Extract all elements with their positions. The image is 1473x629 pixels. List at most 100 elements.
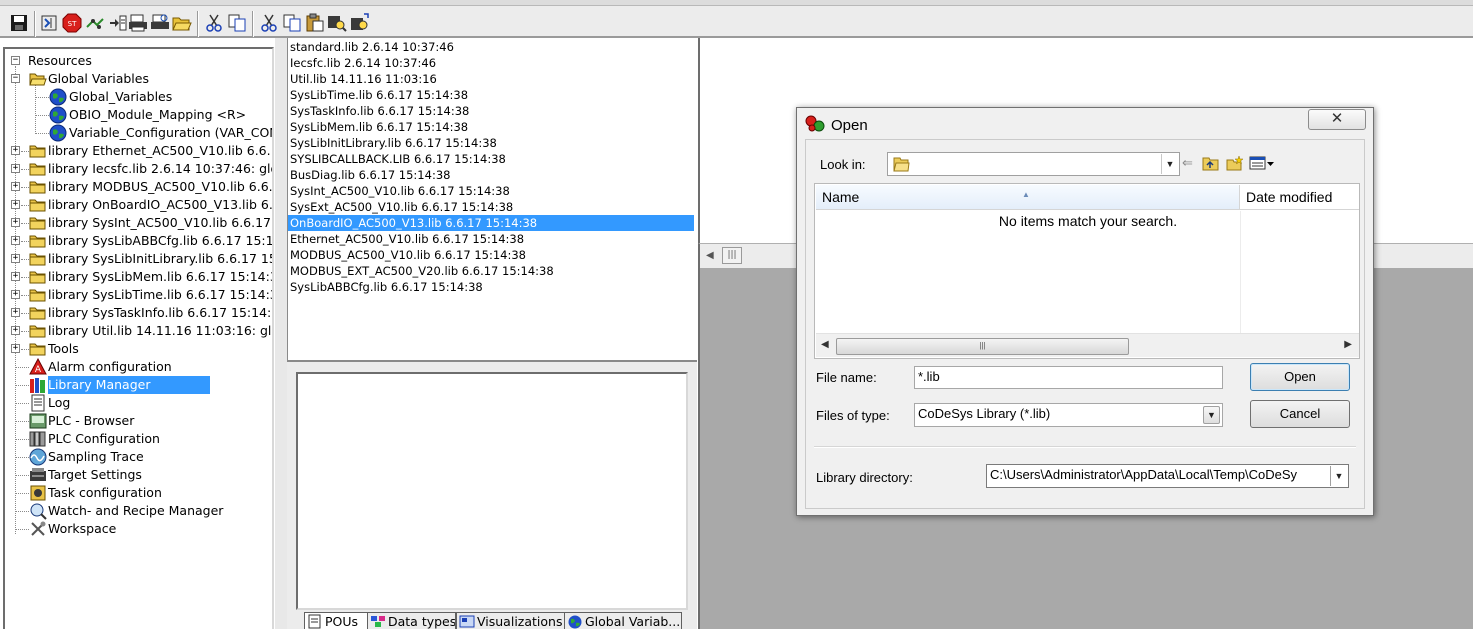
tab-data-types[interactable]: Data types bbox=[367, 612, 456, 629]
scroll-right-icon[interactable]: ▶ bbox=[1344, 339, 1352, 350]
column-header-name[interactable]: ▲ Name bbox=[816, 185, 1240, 210]
collapse-icon[interactable]: − bbox=[11, 74, 20, 83]
expand-icon[interactable]: + bbox=[11, 200, 20, 209]
replace-icon[interactable] bbox=[349, 12, 371, 34]
expand-icon[interactable]: + bbox=[11, 326, 20, 335]
dialog-titlebar[interactable]: Open ✕ bbox=[797, 108, 1373, 138]
scroll-thumb[interactable]: ||| bbox=[836, 338, 1129, 355]
open-project-icon[interactable] bbox=[171, 12, 193, 34]
expand-icon[interactable]: + bbox=[11, 290, 20, 299]
back-arrow-icon[interactable]: ⇐ bbox=[1182, 155, 1193, 171]
find-icon[interactable] bbox=[326, 12, 348, 34]
library-list-item[interactable]: Ethernet_AC500_V10.lib 6.6.17 15:14:38 bbox=[288, 231, 694, 247]
cancel-button[interactable]: Cancel bbox=[1250, 400, 1350, 428]
folder-icon bbox=[29, 304, 47, 322]
up-folder-icon[interactable] bbox=[1202, 155, 1220, 171]
stop-icon[interactable]: ST bbox=[61, 12, 83, 34]
expand-icon[interactable]: + bbox=[11, 236, 20, 245]
library-list-item[interactable]: MODBUS_EXT_AC500_V20.lib 6.6.17 15:14:38 bbox=[288, 263, 694, 279]
dialog-body: Look in: ▼ ⇐ ▲ Name Date modified No ite… bbox=[805, 139, 1365, 509]
workspace-icon bbox=[29, 520, 47, 538]
paste-icon[interactable] bbox=[304, 12, 326, 34]
expand-icon[interactable]: + bbox=[11, 164, 20, 173]
library-directory-select[interactable]: C:\Users\Administrator\AppData\Local\Tem… bbox=[986, 464, 1349, 488]
library-list[interactable]: standard.lib 2.6.14 10:37:46 Iecsfc.lib 2… bbox=[287, 38, 695, 360]
object-tabs: POUs Data types Visualizations Global Va… bbox=[296, 612, 688, 629]
library-list-item[interactable]: MODBUS_AC500_V10.lib 6.6.17 15:14:38 bbox=[288, 247, 694, 263]
chevron-down-icon[interactable]: ▼ bbox=[1330, 466, 1347, 486]
files-of-type-select[interactable]: CoDeSys Library (*.lib) ▼ bbox=[914, 403, 1223, 427]
chevron-down-icon[interactable]: ▼ bbox=[1161, 154, 1178, 174]
file-name-value: *.lib bbox=[918, 369, 940, 384]
tree-label: library Util.lib 14.11.16 11:03:16: glob… bbox=[48, 323, 274, 338]
look-in-combobox[interactable]: ▼ bbox=[887, 152, 1180, 176]
folder-icon bbox=[29, 160, 47, 178]
print-preview-icon[interactable] bbox=[149, 12, 171, 34]
library-list-item[interactable]: Util.lib 14.11.16 11:03:16 bbox=[288, 71, 694, 87]
scroll-thumb[interactable]: ||| bbox=[722, 247, 742, 264]
new-folder-icon[interactable] bbox=[1226, 155, 1244, 171]
library-list-item[interactable]: OnBoardIO_AC500_V13.lib 6.6.17 15:14:38 bbox=[288, 215, 694, 231]
tree-label: Task configuration bbox=[48, 485, 162, 500]
login-icon[interactable] bbox=[38, 12, 60, 34]
library-detail-panel bbox=[296, 372, 688, 610]
tree-label: OBIO_Module_Mapping <R> bbox=[69, 107, 247, 122]
folder-icon bbox=[29, 232, 47, 250]
library-list-item[interactable]: SysLibTime.lib 6.6.17 15:14:38 bbox=[288, 87, 694, 103]
resources-tree[interactable]: − Resources − Global Variables Global_Va… bbox=[3, 47, 274, 629]
globe-icon bbox=[49, 106, 67, 124]
copy2-icon[interactable] bbox=[281, 12, 303, 34]
step-icon[interactable] bbox=[107, 12, 129, 34]
expand-icon[interactable]: + bbox=[11, 308, 20, 317]
folder-icon bbox=[892, 156, 910, 172]
cut-icon[interactable] bbox=[203, 12, 225, 34]
tree-label: library OnBoardIO_AC500_V13.lib 6.6. bbox=[48, 197, 274, 212]
save-icon[interactable] bbox=[8, 12, 30, 34]
library-list-item[interactable]: SysLibInitLibrary.lib 6.6.17 15:14:38 bbox=[288, 135, 694, 151]
expand-icon[interactable]: + bbox=[11, 218, 20, 227]
svg-text:ST: ST bbox=[68, 20, 77, 28]
library-list-item[interactable]: Iecsfc.lib 2.6.14 10:37:46 bbox=[288, 55, 694, 71]
tree-label: Library Manager bbox=[48, 376, 211, 394]
open-button[interactable]: Open bbox=[1250, 363, 1350, 391]
file-name-input[interactable]: *.lib bbox=[914, 366, 1223, 389]
tree-label: Global_Variables bbox=[69, 89, 173, 104]
library-list-item[interactable]: SysLibABBCfg.lib 6.6.17 15:14:38 bbox=[288, 279, 694, 295]
scroll-left-icon[interactable]: ◀ bbox=[821, 339, 829, 350]
view-menu-icon[interactable] bbox=[1249, 155, 1275, 171]
dialog-title: Open bbox=[831, 117, 868, 134]
close-button[interactable]: ✕ bbox=[1308, 109, 1366, 130]
tab-global-variables[interactable]: Global Variab... bbox=[564, 612, 682, 629]
scroll-left-icon[interactable]: ◀ bbox=[706, 250, 714, 261]
column-header-date-modified[interactable]: Date modified bbox=[1240, 185, 1359, 210]
tab-label: Data types bbox=[388, 614, 456, 629]
library-list-item[interactable]: SysInt_AC500_V10.lib 6.6.17 15:14:38 bbox=[288, 183, 694, 199]
expand-icon[interactable]: + bbox=[11, 182, 20, 191]
tree-connector bbox=[15, 493, 29, 494]
chevron-down-icon[interactable]: ▼ bbox=[1203, 406, 1220, 424]
expand-icon[interactable]: + bbox=[11, 146, 20, 155]
folder-icon bbox=[29, 268, 47, 286]
copy-icon[interactable] bbox=[226, 12, 248, 34]
expand-icon[interactable]: + bbox=[11, 254, 20, 263]
look-in-label: Look in: bbox=[820, 157, 866, 172]
cut2-icon[interactable] bbox=[258, 12, 280, 34]
print-icon[interactable] bbox=[127, 12, 149, 34]
splitter-left[interactable] bbox=[275, 38, 287, 629]
library-list-item[interactable]: SYSLIBCALLBACK.LIB 6.6.17 15:14:38 bbox=[288, 151, 694, 167]
target-settings-icon bbox=[29, 466, 47, 484]
file-list-view[interactable]: ▲ Name Date modified No items match your… bbox=[814, 183, 1360, 359]
expand-icon[interactable]: + bbox=[11, 344, 20, 353]
open-dialog: Open ✕ Look in: ▼ ⇐ ▲ Name Date modified… bbox=[796, 107, 1374, 516]
library-list-item[interactable]: SysTaskInfo.lib 6.6.17 15:14:38 bbox=[288, 103, 694, 119]
file-list-horizontal-scrollbar[interactable]: ◀ ||| ▶ bbox=[816, 333, 1359, 357]
online-change-icon[interactable] bbox=[84, 12, 106, 34]
expand-icon[interactable]: + bbox=[11, 272, 20, 281]
library-list-item[interactable]: standard.lib 2.6.14 10:37:46 bbox=[288, 39, 694, 55]
library-list-item[interactable]: SysExt_AC500_V10.lib 6.6.17 15:14:38 bbox=[288, 199, 694, 215]
library-list-item[interactable]: SysLibMem.lib 6.6.17 15:14:38 bbox=[288, 119, 694, 135]
library-list-item[interactable]: BusDiag.lib 6.6.17 15:14:38 bbox=[288, 167, 694, 183]
tab-pous[interactable]: POUs bbox=[304, 612, 369, 629]
visualizations-icon bbox=[459, 614, 475, 629]
tab-visualizations[interactable]: Visualizations bbox=[456, 612, 565, 629]
